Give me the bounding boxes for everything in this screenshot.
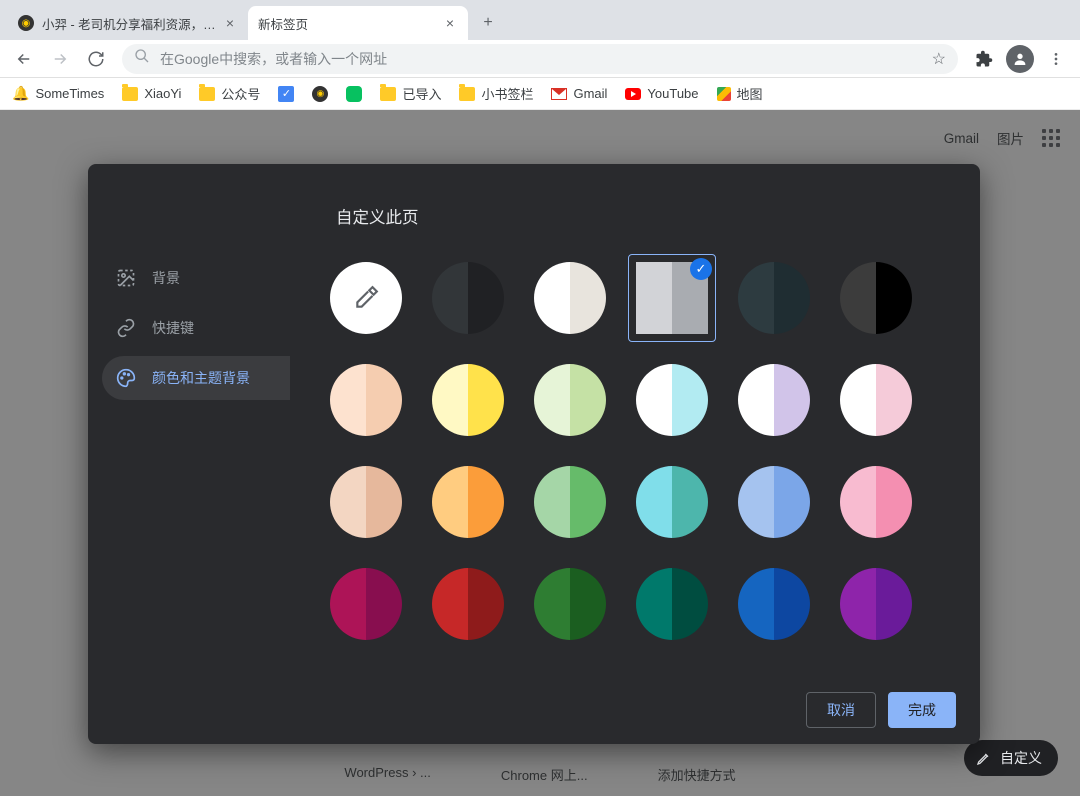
tab-title: 新标签页 <box>258 14 442 33</box>
sidebar-item-color-theme[interactable]: 颜色和主题背景 <box>102 356 290 400</box>
tab-close-icon[interactable]: × <box>442 15 458 31</box>
bookmark-label: SomeTimes <box>35 86 104 101</box>
bookmark-item[interactable]: 已导入 <box>380 84 441 103</box>
face-icon: ◉ <box>312 86 328 102</box>
done-button-label: 完成 <box>908 700 936 720</box>
bookmark-item[interactable]: 🔔 SomeTimes <box>12 85 104 102</box>
sidebar-item-label: 背景 <box>152 268 180 288</box>
bookmark-label: 已导入 <box>402 84 441 103</box>
back-button[interactable] <box>8 43 40 75</box>
cancel-button-label: 取消 <box>827 700 855 720</box>
customize-button-label: 自定义 <box>1000 748 1042 768</box>
new-tab-page: Gmail 图片 WordPress › ... Chrome 网上... 添加… <box>0 110 1080 796</box>
omnibox[interactable]: 在Google中搜索，或者输入一个网址 ☆ <box>122 44 958 74</box>
color-swatch[interactable] <box>534 568 606 640</box>
tab-strip: ◉ 小羿 - 老司机分享福利资源，快捷 × 新标签页 × + <box>0 0 1080 40</box>
dialog-sidebar: 背景 快捷键 颜色和主题背景 <box>88 164 300 676</box>
bookmark-label: Gmail <box>573 86 607 101</box>
bookmark-label: 公众号 <box>221 84 260 103</box>
new-tab-button[interactable]: + <box>474 9 502 37</box>
sidebar-item-shortcuts[interactable]: 快捷键 <box>102 306 290 350</box>
youtube-icon <box>625 88 641 100</box>
toolbar: 在Google中搜索，或者输入一个网址 ☆ <box>0 40 1080 78</box>
color-swatch[interactable] <box>330 568 402 640</box>
bookmark-label: YouTube <box>647 86 698 101</box>
color-swatch[interactable] <box>534 364 606 436</box>
done-button[interactable]: 完成 <box>888 692 956 728</box>
color-swatch[interactable] <box>738 364 810 436</box>
color-swatch[interactable] <box>840 364 912 436</box>
bookmarks-bar: 🔔 SomeTimes XiaoYi 公众号 ✓ ◉ 已导入 小书签栏 Gmail… <box>0 78 1080 110</box>
color-swatch[interactable] <box>840 262 912 334</box>
bookmark-item[interactable]: 地图 <box>717 84 763 103</box>
color-swatch[interactable] <box>534 262 606 334</box>
folder-icon <box>199 87 215 101</box>
color-swatch[interactable] <box>432 568 504 640</box>
palette-icon <box>116 368 136 388</box>
sidebar-item-background[interactable]: 背景 <box>102 256 290 300</box>
color-swatch[interactable] <box>738 466 810 538</box>
sidebar-item-label: 快捷键 <box>152 318 194 338</box>
bookmark-label: 地图 <box>737 84 763 103</box>
color-swatch[interactable] <box>330 466 402 538</box>
color-swatch[interactable] <box>636 568 708 640</box>
bookmark-item[interactable]: ✓ <box>278 86 294 102</box>
color-grid: ✓ <box>330 262 960 640</box>
dialog-title: 自定义此页 <box>336 204 960 228</box>
bookmark-label: 小书签栏 <box>481 84 533 103</box>
check-icon: ✓ <box>278 86 294 102</box>
tab-inactive[interactable]: ◉ 小羿 - 老司机分享福利资源，快捷 × <box>8 6 248 40</box>
color-swatch[interactable] <box>432 364 504 436</box>
color-swatch[interactable] <box>738 568 810 640</box>
search-icon <box>134 48 150 69</box>
color-swatch[interactable] <box>330 364 402 436</box>
reload-button[interactable] <box>80 43 112 75</box>
eyedropper-icon <box>353 285 379 311</box>
pencil-icon <box>976 750 992 766</box>
color-swatch[interactable]: ✓ <box>636 262 708 334</box>
bookmark-item[interactable]: YouTube <box>625 86 698 101</box>
sidebar-item-label: 颜色和主题背景 <box>152 368 250 388</box>
bookmark-item[interactable] <box>346 86 362 102</box>
customize-dialog: 背景 快捷键 颜色和主题背景 自定义此页 ✓ 取消 完成 <box>88 164 980 744</box>
color-picker-swatch[interactable] <box>330 262 402 334</box>
wechat-icon <box>346 86 362 102</box>
omnibox-placeholder: 在Google中搜索，或者输入一个网址 <box>160 49 387 69</box>
customize-button[interactable]: 自定义 <box>964 740 1058 776</box>
color-swatch[interactable] <box>636 466 708 538</box>
color-swatch[interactable] <box>840 568 912 640</box>
color-swatch[interactable] <box>534 466 606 538</box>
bookmark-item[interactable]: ◉ <box>312 86 328 102</box>
bookmark-label: XiaoYi <box>144 86 181 101</box>
link-icon <box>116 318 136 338</box>
gmail-icon <box>551 88 567 100</box>
bookmark-item[interactable]: 小书签栏 <box>459 84 533 103</box>
dialog-main: 自定义此页 ✓ <box>300 164 980 676</box>
map-icon <box>717 87 731 101</box>
bell-icon: 🔔 <box>12 85 29 102</box>
color-swatch[interactable] <box>432 466 504 538</box>
tab-title: 小羿 - 老司机分享福利资源，快捷 <box>42 14 222 33</box>
bookmark-star-icon[interactable]: ☆ <box>932 49 946 69</box>
image-icon <box>116 268 136 288</box>
folder-icon <box>459 87 475 101</box>
forward-button[interactable] <box>44 43 76 75</box>
checkmark-icon: ✓ <box>690 258 712 280</box>
tab-close-icon[interactable]: × <box>222 15 238 31</box>
tab-active[interactable]: 新标签页 × <box>248 6 468 40</box>
color-swatch[interactable] <box>840 466 912 538</box>
bookmark-item[interactable]: 公众号 <box>199 84 260 103</box>
dialog-footer: 取消 完成 <box>88 676 980 744</box>
bookmark-item[interactable]: XiaoYi <box>122 86 181 101</box>
folder-icon <box>380 87 396 101</box>
tab-favicon: ◉ <box>18 15 34 31</box>
folder-icon <box>122 87 138 101</box>
color-swatch[interactable] <box>636 364 708 436</box>
color-swatch[interactable] <box>738 262 810 334</box>
cancel-button[interactable]: 取消 <box>806 692 876 728</box>
color-swatch[interactable] <box>432 262 504 334</box>
bookmark-item[interactable]: Gmail <box>551 86 607 101</box>
